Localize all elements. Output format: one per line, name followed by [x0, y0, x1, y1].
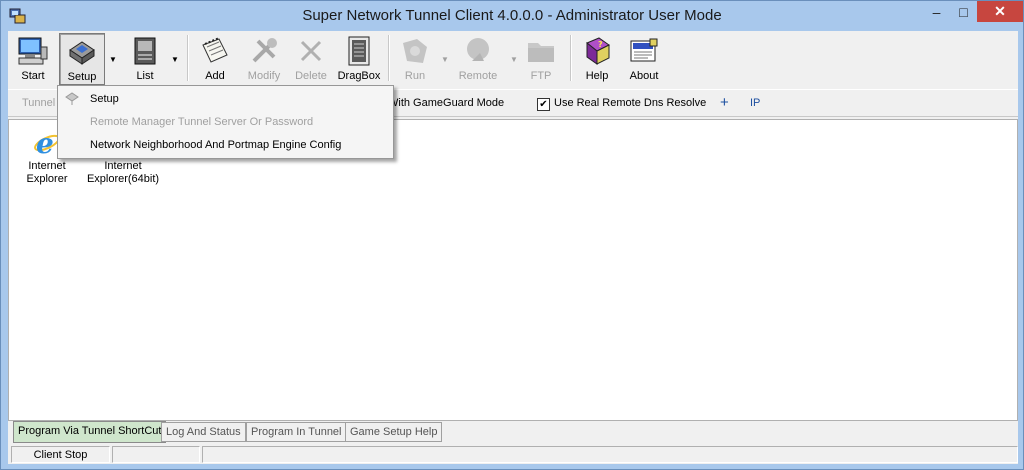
- status-cell-3: [202, 446, 1018, 463]
- start-button[interactable]: Start: [14, 33, 52, 85]
- shortcut-label: Internet Explorer(64bit): [86, 160, 160, 185]
- tunnel-label: Tunnel: [22, 97, 56, 109]
- check-icon: ✔: [539, 99, 548, 110]
- setup-label: Setup: [67, 71, 97, 83]
- list-dropdown-arrow-icon[interactable]: ▼: [171, 55, 179, 64]
- setup-dropdown-menu: Setup Remote Manager Tunnel Server Or Pa…: [57, 85, 394, 159]
- about-label: About: [629, 70, 659, 82]
- remote-label: Remote: [458, 70, 498, 82]
- add-label: Add: [205, 70, 225, 82]
- remote-button[interactable]: Remote: [456, 33, 500, 85]
- ftp-button[interactable]: FTP: [522, 33, 560, 85]
- computer-icon: [18, 37, 48, 65]
- add-button[interactable]: Add: [196, 33, 234, 85]
- help-button[interactable]: ? Help: [578, 33, 616, 85]
- help-book-icon: ?: [586, 37, 610, 65]
- run-icon: [403, 39, 427, 63]
- run-button[interactable]: Run: [396, 33, 434, 85]
- modify-label: Modify: [247, 70, 281, 82]
- maximize-button[interactable]: □: [950, 1, 977, 22]
- status-text: Client Stop: [11, 446, 110, 463]
- list-icon: [134, 37, 156, 65]
- window-title: Super Network Tunnel Client 4.0.0.0 - Ad…: [302, 7, 722, 24]
- gameguard-label[interactable]: With GameGuard Mode: [388, 97, 504, 109]
- tools-icon: [252, 38, 277, 63]
- delete-button[interactable]: Delete: [290, 33, 332, 85]
- tab-program-in-tunnel[interactable]: Program In Tunnel: [246, 422, 347, 442]
- start-label: Start: [21, 70, 45, 82]
- dns-resolve-checkbox[interactable]: ✔: [537, 98, 550, 111]
- setup-icon: [69, 41, 95, 65]
- list-button[interactable]: List: [125, 33, 165, 85]
- maximize-icon: □: [959, 3, 968, 20]
- delete-label: Delete: [295, 70, 327, 82]
- menu-item-remote-manager[interactable]: Remote Manager Tunnel Server Or Password: [90, 116, 313, 128]
- help-label: Help: [585, 70, 609, 82]
- close-button[interactable]: ✕: [977, 1, 1023, 22]
- close-icon: ✕: [994, 3, 1006, 19]
- delete-icon: [300, 40, 322, 62]
- remote-icon: [467, 38, 489, 61]
- title-bar[interactable]: Super Network Tunnel Client 4.0.0.0 - Ad…: [1, 1, 1023, 31]
- run-dropdown-arrow-icon[interactable]: ▼: [441, 55, 449, 64]
- minimize-icon: –: [932, 3, 941, 20]
- remote-dropdown-arrow-icon[interactable]: ▼: [510, 55, 518, 64]
- toolbar-separator: [187, 35, 189, 81]
- tab-log-and-status[interactable]: Log And Status: [161, 422, 246, 442]
- status-cell-2: [112, 446, 200, 463]
- tab-program-via-tunnel-shortcut[interactable]: Program Via Tunnel ShortCut: [13, 421, 167, 443]
- run-label: Run: [404, 70, 426, 82]
- status-bar: Client Stop: [8, 444, 1018, 464]
- menu-item-setup[interactable]: Setup: [90, 93, 119, 105]
- dragbox-label: DragBox: [337, 70, 381, 82]
- dragbox-button[interactable]: DragBox: [336, 33, 382, 85]
- shortcut-label: Internet Explorer: [26, 160, 68, 185]
- ftp-label: FTP: [530, 70, 552, 82]
- shortcut-list[interactable]: e Internet Explorer e Internet Explorer(…: [8, 119, 1018, 421]
- setup-menu-icon: [65, 92, 79, 105]
- dragbox-icon: [348, 36, 370, 66]
- dns-resolve-label[interactable]: Use Real Remote Dns Resolve: [554, 97, 706, 109]
- tab-game-setup-help[interactable]: Game Setup Help: [345, 422, 443, 442]
- app-window: Super Network Tunnel Client 4.0.0.0 - Ad…: [0, 0, 1024, 470]
- menu-item-network-neighborhood[interactable]: Network Neighborhood And Portmap Engine …: [90, 139, 341, 151]
- about-button[interactable]: About: [624, 33, 664, 85]
- minimize-button[interactable]: –: [923, 1, 950, 22]
- ftp-icon: [528, 43, 554, 62]
- tab-bar: Program Via Tunnel ShortCut Log And Stat…: [8, 421, 1018, 443]
- setup-button[interactable]: Setup: [59, 33, 105, 85]
- about-icon: [630, 38, 658, 62]
- svg-text:e: e: [36, 127, 54, 158]
- toolbar: Start Setup ▼ List ▼ Add Modify Delete D…: [8, 31, 1018, 87]
- notepad-icon: [202, 37, 228, 63]
- toolbar-separator: [570, 35, 572, 81]
- list-label: List: [136, 70, 154, 82]
- toolbar-separator: [388, 35, 390, 81]
- setup-dropdown-arrow-icon[interactable]: ▼: [109, 55, 117, 64]
- modify-button[interactable]: Modify: [242, 33, 286, 85]
- ip-button[interactable]: IP: [750, 97, 760, 109]
- svg-text:?: ?: [598, 40, 603, 49]
- add-ip-button[interactable]: +: [720, 94, 729, 111]
